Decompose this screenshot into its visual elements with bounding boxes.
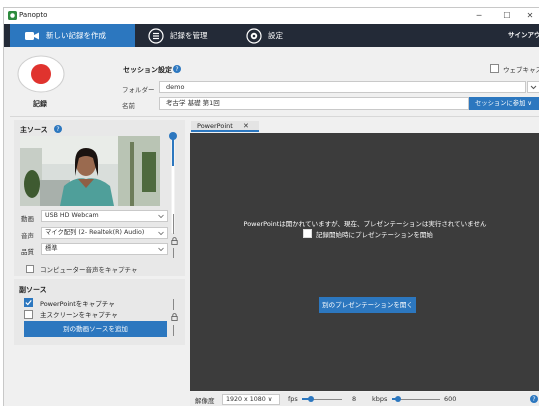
powerpoint-capture-label: PowerPointをキャプチャ <box>40 300 115 308</box>
folder-select[interactable]: demo <box>159 81 526 93</box>
fps-label: fps <box>288 395 298 403</box>
chevron-down-icon <box>158 214 164 219</box>
session-name-input[interactable]: 考古学 基礎 第1回 <box>159 97 469 110</box>
tab-manage-recordings-label: 記録を管理 <box>170 31 208 40</box>
screen-capture-label: 主スクリーンをキャプチャ <box>40 311 118 319</box>
screen-capture-checkbox[interactable] <box>24 310 33 319</box>
minimize-button[interactable]: ─ <box>469 9 489 22</box>
close-tab-button[interactable]: ✕ <box>243 121 249 131</box>
checkmark-icon <box>25 300 32 306</box>
kbps-label: kbps <box>372 395 388 403</box>
level-bar <box>173 299 174 310</box>
tab-settings[interactable]: 設定 <box>242 24 312 47</box>
open-presentation-button[interactable]: 別のプレゼンテーションを開く <box>319 297 416 313</box>
main-source-panel: 主ソース ? 動画 USB HD Webcam 音声 マイク配列 (2- Rea… <box>14 120 185 276</box>
webcam-preview-image <box>20 136 160 206</box>
tab-manage-recordings[interactable]: 記録を管理 <box>144 24 234 47</box>
level-bar <box>173 248 174 258</box>
quality-label: 品質 <box>21 248 34 256</box>
kbps-value: 600 <box>444 395 457 403</box>
maximize-button[interactable]: ☐ <box>497 9 517 22</box>
record-label: 記録 <box>33 100 47 108</box>
capture-settings-bar: 解像度 1920 x 1080 ∨ fps 8 kbps 600 ? <box>190 392 539 406</box>
tab-new-recording[interactable]: 新しい記録を作成 <box>10 24 135 47</box>
chevron-down-icon <box>530 85 537 90</box>
svg-text:?: ? <box>175 66 178 73</box>
main-source-heading: 主ソース <box>20 126 48 134</box>
webcast-label: ウェブキャスト <box>503 66 539 74</box>
chevron-down-icon <box>158 247 164 252</box>
name-label: 名前 <box>122 102 135 110</box>
powerpoint-capture-checkbox[interactable] <box>24 298 33 307</box>
sign-out-link[interactable]: サインアウト <box>508 24 539 47</box>
chevron-down-icon <box>158 231 164 236</box>
top-nav: 新しい記録を作成 記録を管理 設定 サインアウト <box>4 24 539 47</box>
fps-value: 8 <box>352 395 357 403</box>
video-source-value: USB HD Webcam <box>45 212 99 219</box>
video-camera-icon <box>25 31 39 40</box>
quality-value: 標準 <box>45 245 58 252</box>
video-source-select[interactable]: USB HD Webcam <box>41 210 168 222</box>
audio-meter-handle[interactable] <box>169 132 177 140</box>
join-session-button[interactable]: セッションに参加 ∨ <box>469 97 539 110</box>
fps-slider-handle[interactable] <box>307 396 314 402</box>
quality-select[interactable]: 標準 <box>41 243 168 255</box>
audio-source-label: 音声 <box>21 232 34 240</box>
help-icon[interactable]: ? <box>54 125 62 133</box>
computer-audio-checkbox[interactable] <box>26 265 34 273</box>
app-window: Panopto ─ ☐ ✕ 新しい記録を作成 記録を管理 設定 サインア 記録 … <box>3 7 539 406</box>
powerpoint-status-message: PowerPointは開かれていますが、現在、プレゼンテーションは実行されていま… <box>243 220 487 228</box>
tab-new-recording-label: 新しい記録を作成 <box>46 31 106 40</box>
record-control: 記録 <box>14 53 70 109</box>
audio-source-select[interactable]: マイク配列 (2- Realtek(R) Audio) <box>41 227 168 239</box>
audio-source-value: マイク配列 (2- Realtek(R) Audio) <box>45 229 145 236</box>
list-icon <box>148 27 164 44</box>
panopto-logo-icon <box>8 11 17 20</box>
tab-settings-label: 設定 <box>268 31 283 40</box>
secondary-source-panel: 副ソース PowerPointをキャプチャ 主スクリーンをキャプチャ 別の動画ソ… <box>14 279 185 345</box>
level-bar <box>173 214 174 234</box>
resolution-label: 解像度 <box>195 397 215 405</box>
computer-audio-label: コンピューター音声をキャプチャ <box>40 266 138 274</box>
session-settings-heading: セッション設定 <box>123 66 172 74</box>
powerpoint-preview-panel: PowerPointは開かれていますが、現在、プレゼンテーションは実行されていま… <box>190 133 539 391</box>
webcast-checkbox[interactable] <box>490 64 499 73</box>
folder-label: フォルダー <box>122 86 155 94</box>
secondary-source-heading: 副ソース <box>19 286 47 294</box>
kbps-slider-handle[interactable] <box>394 396 401 402</box>
autostart-presentation-label: 記録開始時にプレゼンテーションを開始 <box>316 231 433 239</box>
svg-text:?: ? <box>532 396 535 403</box>
close-window-button[interactable]: ✕ <box>520 9 539 22</box>
gear-icon <box>246 27 262 44</box>
title-bar: Panopto ─ ☐ ✕ <box>4 8 539 24</box>
folder-dropdown-button[interactable] <box>527 81 539 93</box>
divider <box>10 116 539 117</box>
add-video-source-button[interactable]: 別の動画ソースを追加 <box>24 321 167 337</box>
video-source-label: 動画 <box>21 215 34 223</box>
autostart-presentation-checkbox[interactable] <box>303 229 312 238</box>
lock-icon[interactable] <box>171 237 178 245</box>
window-title: Panopto <box>19 11 48 19</box>
help-icon[interactable]: ? <box>173 65 181 73</box>
lock-icon[interactable] <box>171 313 178 321</box>
svg-text:?: ? <box>56 126 59 133</box>
help-icon[interactable]: ? <box>530 395 538 403</box>
level-bar <box>173 325 174 336</box>
record-button[interactable] <box>16 55 66 93</box>
resolution-select[interactable]: 1920 x 1080 ∨ <box>222 394 280 405</box>
